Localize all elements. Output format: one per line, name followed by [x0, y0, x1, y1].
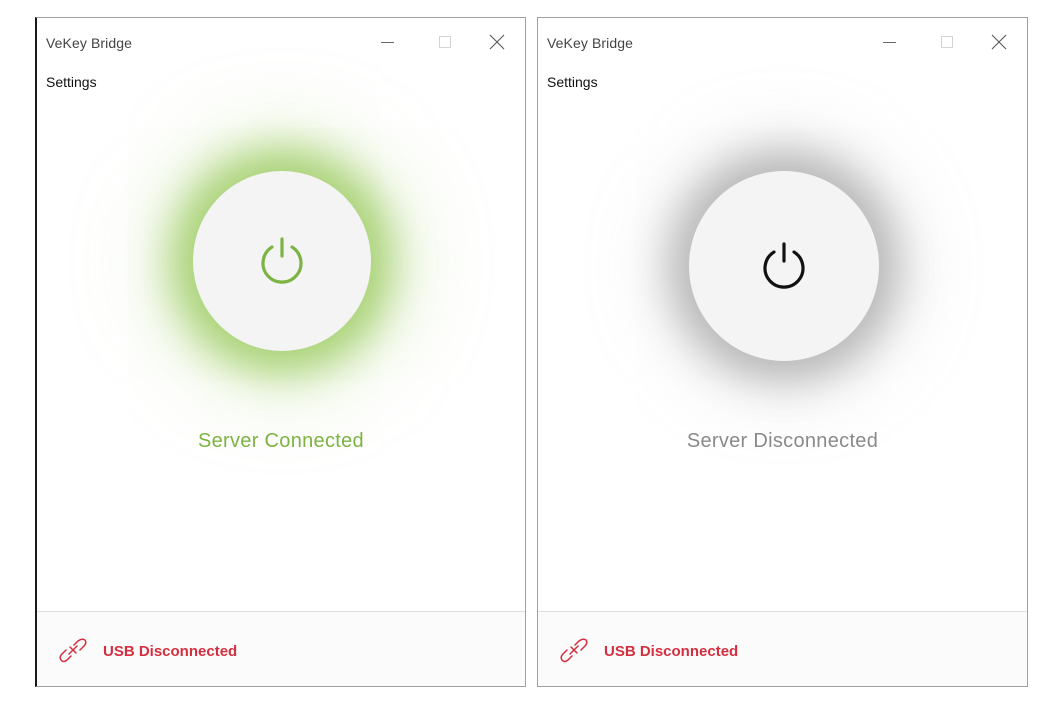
- usb-status: USB Disconnected: [103, 643, 238, 660]
- close-icon: [991, 34, 1007, 50]
- status-footer: USB Disconnected: [37, 611, 525, 686]
- power-icon: [261, 237, 303, 284]
- server-status: Server Disconnected: [686, 430, 879, 452]
- minimize-icon: [883, 42, 896, 43]
- title-bar[interactable]: VeKey Bridge: [538, 18, 1027, 70]
- minimize-icon: [381, 42, 394, 43]
- power-button[interactable]: [689, 171, 879, 361]
- power-icon: [763, 242, 805, 289]
- link-broken-icon: [59, 638, 87, 663]
- settings-menu[interactable]: Settings: [547, 74, 598, 90]
- maximize-icon: [941, 36, 953, 48]
- app-window-connected: VeKey Bridge Settings Server Connected U…: [35, 17, 526, 687]
- maximize-button[interactable]: [927, 28, 967, 58]
- usb-status: USB Disconnected: [604, 643, 739, 660]
- power-button[interactable]: [193, 171, 371, 351]
- minimize-button[interactable]: [367, 28, 407, 58]
- close-button[interactable]: [477, 28, 517, 58]
- maximize-icon: [439, 36, 451, 48]
- close-button[interactable]: [979, 28, 1019, 58]
- settings-menu[interactable]: Settings: [46, 74, 97, 90]
- maximize-button[interactable]: [425, 28, 465, 58]
- link-broken-icon: [560, 638, 588, 663]
- minimize-button[interactable]: [869, 28, 909, 58]
- close-icon: [489, 34, 505, 50]
- app-window-disconnected: VeKey Bridge Settings Server Disconnecte…: [537, 17, 1028, 687]
- window-title: VeKey Bridge: [547, 35, 634, 51]
- title-bar[interactable]: VeKey Bridge: [37, 18, 525, 70]
- status-footer: USB Disconnected: [538, 611, 1027, 686]
- window-title: VeKey Bridge: [46, 35, 133, 51]
- server-status: Server Connected: [197, 430, 364, 452]
